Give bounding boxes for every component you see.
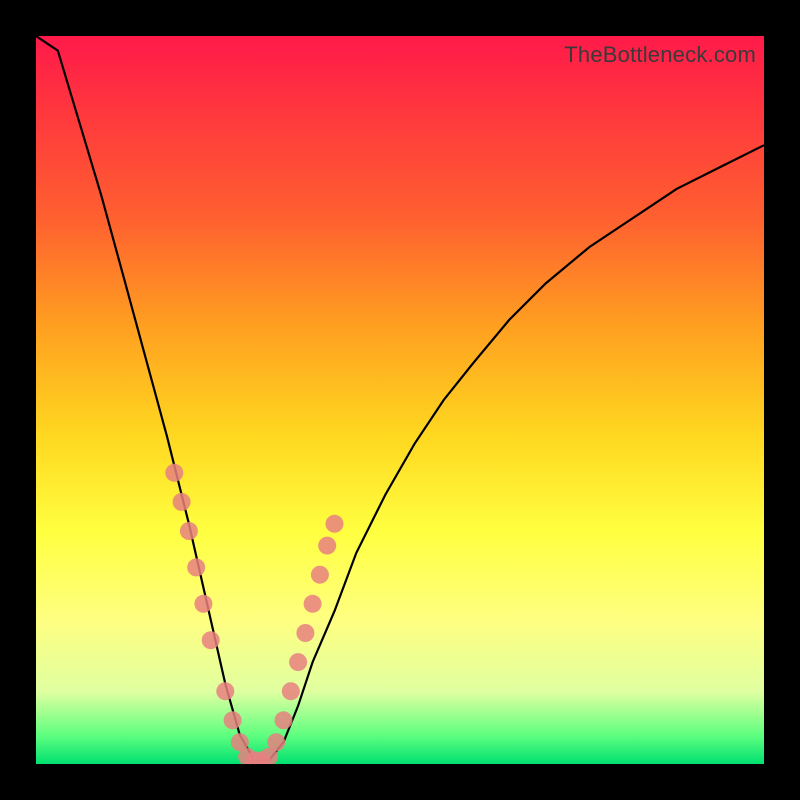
highlight-dot: [194, 595, 212, 613]
highlight-dot: [289, 653, 307, 671]
highlight-dot: [267, 733, 285, 751]
highlight-dot: [282, 682, 300, 700]
plot-area: TheBottleneck.com: [36, 36, 764, 764]
highlight-dot: [216, 682, 234, 700]
highlight-dot: [326, 515, 344, 533]
highlight-dot: [224, 711, 242, 729]
highlight-dot: [296, 624, 314, 642]
highlight-dot: [311, 566, 329, 584]
highlight-dot: [318, 537, 336, 555]
highlight-dot: [202, 631, 220, 649]
chart-frame: TheBottleneck.com: [0, 0, 800, 800]
highlight-dot: [173, 493, 191, 511]
highlight-dot: [180, 522, 198, 540]
highlight-dot: [187, 558, 205, 576]
highlight-dot: [275, 711, 293, 729]
chart-svg: [36, 36, 764, 764]
highlight-dots-group: [165, 464, 343, 764]
highlight-dot: [304, 595, 322, 613]
bottleneck-curve-path: [36, 36, 764, 760]
highlight-dot: [165, 464, 183, 482]
